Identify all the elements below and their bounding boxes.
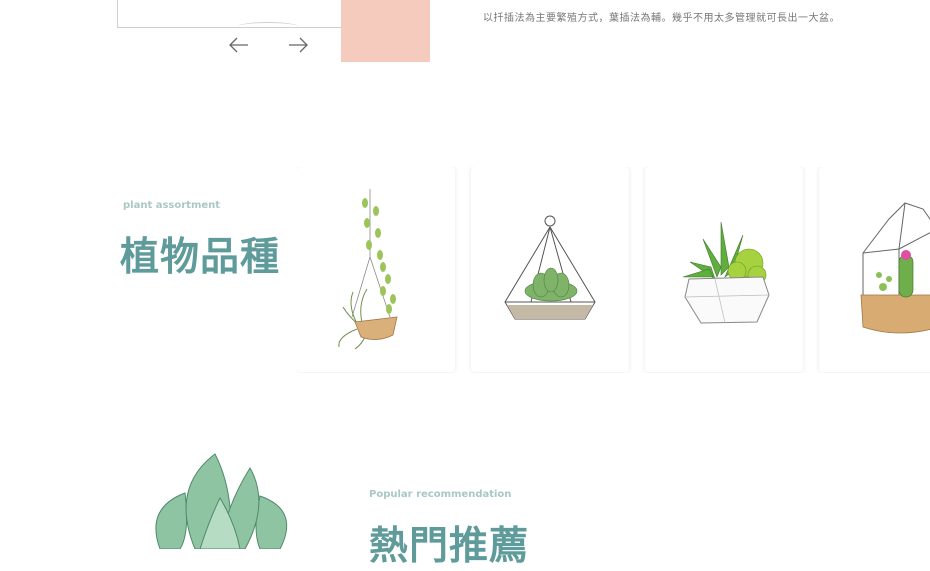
- section-title: 熱門推薦: [369, 524, 530, 569]
- hanging-air-plant-icon: [338, 189, 398, 350]
- potted-aloe-succulent-icon: [682, 221, 770, 324]
- section-title: 植物品種: [120, 235, 281, 280]
- glass-terrarium-cactus-icon: [860, 202, 930, 334]
- section-subtitle: plant assortment: [123, 200, 221, 211]
- decorative-pink-block: [341, 0, 430, 62]
- plant-card[interactable]: [297, 167, 455, 372]
- carousel-image-edge: [238, 22, 298, 31]
- plant-card[interactable]: [819, 167, 930, 372]
- arrow-left-icon[interactable]: [228, 34, 250, 56]
- plant-card-list: [297, 167, 930, 373]
- plant-description: 以扦插法為主要繁殖方式，葉插法為輔。幾乎不用太多管理就可長出一大盆。: [483, 13, 840, 24]
- plant-card[interactable]: [645, 167, 803, 372]
- succulent-rosette-icon: [140, 448, 300, 553]
- hanging-terrarium-succulent-icon: [504, 215, 596, 320]
- section-subtitle: Popular recommendation: [369, 489, 512, 500]
- arrow-right-icon[interactable]: [287, 34, 309, 56]
- plant-card[interactable]: [471, 167, 629, 372]
